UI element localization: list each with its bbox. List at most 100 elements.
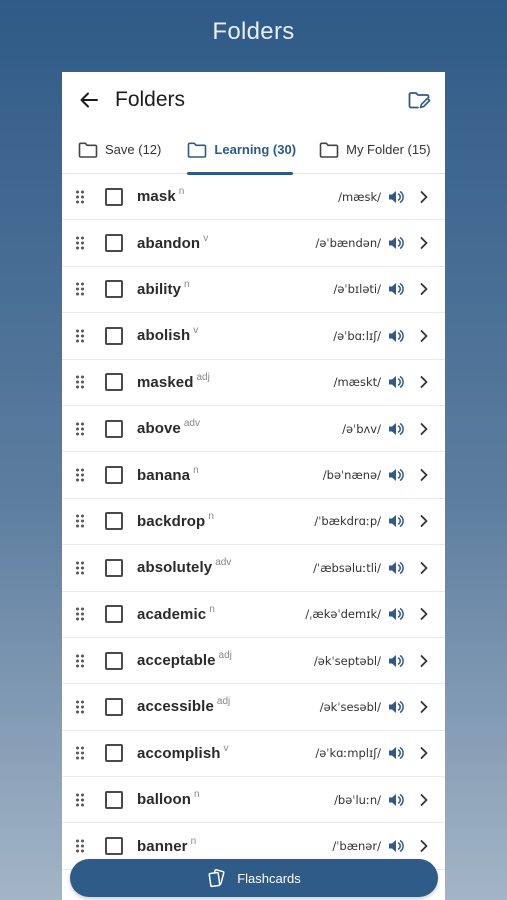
drag-handle-icon[interactable] [75, 837, 89, 855]
word-row[interactable]: acceptable adj/əkˈseptəbl/ [62, 638, 445, 685]
part-of-speech: n [208, 510, 214, 522]
drag-handle-icon[interactable] [75, 698, 89, 716]
part-of-speech: adj [216, 696, 231, 708]
part-of-speech: v [193, 325, 199, 337]
chevron-right-icon[interactable] [419, 468, 433, 482]
word-row[interactable]: above adv/əˈbʌv/ [62, 406, 445, 453]
word-row[interactable]: backdrop n/ˈbækdrɑːp/ [62, 499, 445, 546]
tab-label: Save (12) [105, 142, 162, 157]
word-row[interactable]: accessible adj/əkˈsesəbl/ [62, 684, 445, 731]
drag-handle-icon[interactable] [75, 188, 89, 206]
edit-folder-button[interactable] [407, 88, 431, 112]
chevron-right-icon[interactable] [419, 700, 433, 714]
word-text: balloon [137, 791, 192, 809]
word-checkbox[interactable] [105, 187, 123, 206]
tab-my-folder[interactable]: My Folder (15) [319, 126, 445, 174]
speaker-icon[interactable] [387, 373, 405, 391]
word-row[interactable]: ability n/əˈbɪləti/ [62, 267, 445, 314]
word-checkbox[interactable] [105, 234, 123, 253]
word-checkbox[interactable] [105, 419, 123, 438]
chevron-right-icon[interactable] [419, 329, 433, 343]
speaker-icon[interactable] [387, 420, 405, 438]
tab-label: Learning (30) [214, 142, 297, 157]
word-row[interactable]: absolutely adv/ˈæbsəluːtli/ [62, 545, 445, 592]
pronunciation: /əˈbɑːlɪʃ/ [333, 328, 381, 343]
chevron-right-icon[interactable] [419, 746, 433, 760]
pronunciation: /bəˈnænə/ [322, 468, 381, 483]
word-checkbox[interactable] [105, 326, 123, 345]
word-checkbox[interactable] [105, 790, 123, 809]
speaker-icon[interactable] [387, 512, 405, 530]
word-row[interactable]: balloon n/bəˈluːn/ [62, 777, 445, 824]
drag-handle-icon[interactable] [75, 791, 89, 809]
speaker-icon[interactable] [387, 744, 405, 762]
speaker-icon[interactable] [387, 559, 405, 577]
speaker-icon[interactable] [387, 327, 405, 345]
drag-handle-icon[interactable] [75, 280, 89, 298]
word-row[interactable]: academic n/ˌækəˈdemɪk/ [62, 592, 445, 638]
chevron-right-icon[interactable] [419, 793, 433, 807]
tab-learning[interactable]: Learning (30) [187, 126, 319, 175]
header: Folders [62, 74, 445, 126]
back-button[interactable] [78, 89, 100, 111]
word-checkbox[interactable] [105, 558, 123, 577]
drag-handle-icon[interactable] [75, 744, 89, 762]
folder-icon [188, 142, 207, 158]
chevron-right-icon[interactable] [419, 375, 433, 389]
drag-handle-icon[interactable] [75, 605, 89, 623]
speaker-icon[interactable] [387, 605, 405, 623]
drag-handle-icon[interactable] [75, 420, 89, 438]
word-row[interactable]: accomplish v/əˈkɑːmplɪʃ/ [62, 731, 445, 778]
word-text: masked [137, 373, 194, 391]
chevron-right-icon[interactable] [419, 654, 433, 668]
drag-handle-icon[interactable] [75, 466, 89, 484]
speaker-icon[interactable] [387, 791, 405, 809]
word-checkbox[interactable] [105, 605, 123, 624]
speaker-icon[interactable] [387, 188, 405, 206]
chevron-right-icon[interactable] [419, 236, 433, 250]
word-list: mask n/mæsk/abandon v/əˈbændən/ability n/əˈ… [62, 174, 445, 870]
drag-handle-icon[interactable] [75, 373, 89, 391]
chevron-right-icon[interactable] [419, 190, 433, 204]
drag-handle-icon[interactable] [75, 652, 89, 670]
word-checkbox[interactable] [105, 373, 123, 392]
word-row[interactable]: abandon v/əˈbændən/ [62, 220, 445, 267]
part-of-speech: adv [215, 557, 232, 569]
word-row[interactable]: banana n/bəˈnænə/ [62, 452, 445, 499]
word-row[interactable]: mask n/mæsk/ [62, 174, 445, 221]
word-checkbox[interactable] [105, 837, 123, 856]
word-text: acceptable [137, 652, 216, 670]
speaker-icon[interactable] [387, 234, 405, 252]
word-checkbox[interactable] [105, 697, 123, 716]
speaker-icon[interactable] [387, 837, 405, 855]
tab-save[interactable]: Save (12) [78, 126, 187, 174]
drag-handle-icon[interactable] [75, 559, 89, 577]
speaker-icon[interactable] [387, 280, 405, 298]
chevron-right-icon[interactable] [419, 514, 433, 528]
tab-label: My Folder (15) [346, 142, 431, 157]
pronunciation: /əˈbʌv/ [342, 421, 381, 436]
chevron-right-icon[interactable] [419, 422, 433, 436]
chevron-right-icon[interactable] [419, 561, 433, 575]
chevron-right-icon[interactable] [419, 282, 433, 296]
word-checkbox[interactable] [105, 280, 123, 299]
part-of-speech: n [209, 603, 215, 615]
word-text: mask [137, 188, 176, 206]
chevron-right-icon[interactable] [419, 839, 433, 853]
chevron-right-icon[interactable] [419, 607, 433, 621]
word-row[interactable]: masked adj/mæskt/ [62, 360, 445, 406]
speaker-icon[interactable] [387, 698, 405, 716]
speaker-icon[interactable] [387, 652, 405, 670]
word-checkbox[interactable] [105, 466, 123, 485]
speaker-icon[interactable] [387, 466, 405, 484]
pronunciation: /əˈbændən/ [315, 236, 381, 251]
drag-handle-icon[interactable] [75, 327, 89, 345]
word-checkbox[interactable] [105, 651, 123, 670]
flashcards-button[interactable]: Flashcards [70, 859, 438, 897]
word-row[interactable]: abolish v/əˈbɑːlɪʃ/ [62, 313, 445, 360]
word-checkbox[interactable] [105, 512, 123, 531]
word-checkbox[interactable] [105, 744, 123, 763]
part-of-speech: n [193, 464, 199, 476]
drag-handle-icon[interactable] [75, 512, 89, 530]
drag-handle-icon[interactable] [75, 234, 89, 252]
